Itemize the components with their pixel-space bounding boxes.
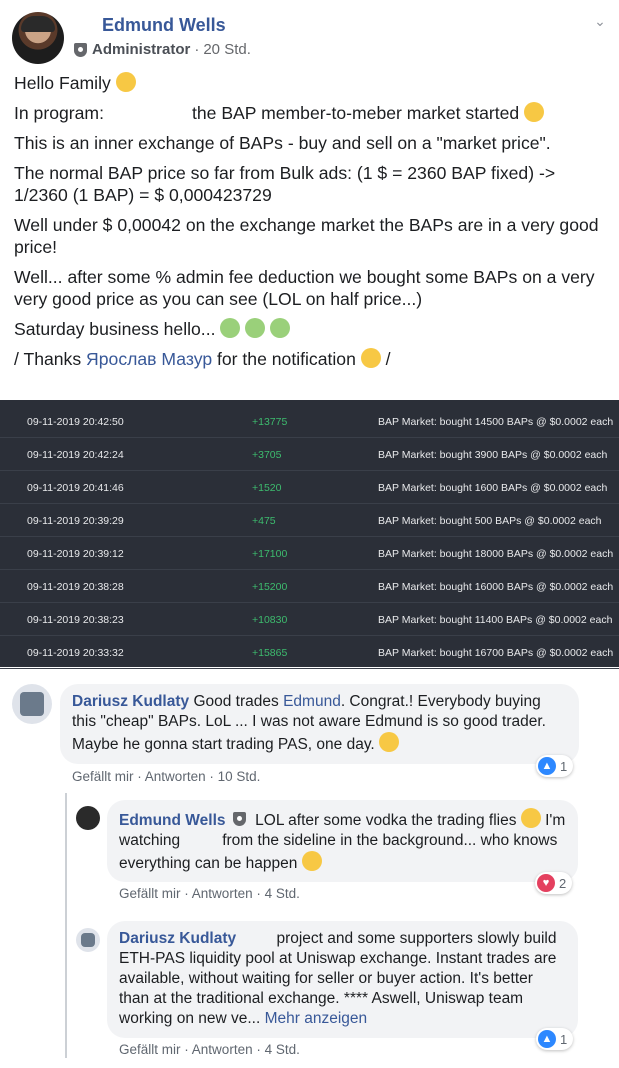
reaction-count[interactable]: ♥ 2 [535,872,573,894]
commenter-avatar[interactable] [12,684,52,724]
trade-row: 09-11-2019 20:42:50 +13775 BAP Market: bou… [0,405,619,438]
trade-row: 09-11-2019 20:38:23 +10830 BAP Market: bou… [0,603,619,636]
post-line: In program: the BAP member-to-meber marke… [14,102,606,124]
reaction-count[interactable]: ▲ 1 [536,755,574,777]
admin-shield-icon [74,42,87,57]
post-line: Hello Family [14,72,606,94]
reply-link[interactable]: Antworten [192,1042,253,1057]
party-face-icon [520,808,541,828]
tongue-face-icon [360,348,381,368]
author-name[interactable]: Edmund Wells [102,15,226,36]
like-link[interactable]: Gefällt mir [119,1042,181,1057]
trade-row: 09-11-2019 20:33:32 +15865 BAP Market: bou… [0,636,619,669]
comment-bubble: Dariusz Kudlaty Good trades Edmund. Cong… [60,684,579,764]
comment-time[interactable]: 10 Std. [218,769,261,784]
mention-link[interactable]: Edmund [283,693,341,710]
heart-icon: ♥ [537,874,555,892]
reply-thread-line [65,793,67,1058]
reaction-count[interactable]: ▲ 1 [536,1028,574,1050]
comment-time[interactable]: 4 Std. [265,1042,300,1057]
trade-history-image[interactable]: 09-11-2019 20:42:50 +13775 BAP Market: bou… [0,400,619,669]
post-line: / Thanks Ярослав Мазур for the notificat… [14,348,391,369]
post-line: This is an inner exchange of BAPs - buy … [14,133,551,153]
see-more-link[interactable]: Mehr anzeigen [265,1010,368,1027]
thumbs-up-icon: ▲ [538,757,556,775]
trade-row: 09-11-2019 20:38:28 +15200 BAP Market: bou… [0,570,619,603]
money-mouth-face-icon [245,318,266,338]
winking-face-icon [524,102,545,122]
comment-time[interactable]: 4 Std. [265,886,300,901]
post-time[interactable]: 20 Std. [203,41,251,58]
author-role: Administrator [92,41,191,58]
author-avatar[interactable] [12,12,64,64]
trade-row: 09-11-2019 20:41:46 +1520 BAP Market: boug… [0,471,619,504]
money-mouth-face-icon [270,318,291,338]
mention-link[interactable]: Ярослав Мазур [86,349,212,369]
comment-actions: Gefällt mir · Antworten · 4 Std. [119,1042,300,1057]
separator-dot: · [194,41,200,58]
admin-shield-icon [232,812,246,826]
trade-row: 09-11-2019 20:39:29 +475 BAP Market: bough… [0,504,619,537]
reply-avatar[interactable] [76,928,100,952]
like-link[interactable]: Gefällt mir [119,886,181,901]
smiling-face-icon [379,732,400,752]
trade-row: 09-11-2019 20:42:24 +3705 BAP Market: boug… [0,438,619,471]
reply-avatar[interactable] [76,806,100,830]
author-meta: Administrator · 20 Std. [74,41,251,58]
reply-bubble: Dariusz Kudlaty project and some support… [107,921,578,1038]
grinning-face-icon [301,851,322,871]
post-body: Hello Family In program: the BAP member-t… [14,72,606,378]
post-line: Well... after some % admin fee deduction… [14,267,595,309]
reply-link[interactable]: Antworten [192,886,253,901]
comment-author[interactable]: Dariusz Kudlaty [72,693,189,710]
comment-actions: Gefällt mir · Antworten · 10 Std. [72,769,261,784]
money-mouth-face-icon [220,318,241,338]
post-line: The normal BAP price so far from Bulk ad… [14,163,556,205]
reply-link[interactable]: Antworten [145,769,206,784]
winking-face-icon [115,72,136,92]
post-line: Well under $ 0,00042 on the exchange mar… [14,215,599,257]
post-header: Edmund Wells Administrator · 20 Std. ⌄ [12,12,607,64]
comment-author[interactable]: Dariusz Kudlaty [119,930,236,947]
chevron-down-icon[interactable]: ⌄ [593,14,607,28]
reply-bubble: Edmund Wells LOL after some vodka the tr… [107,800,578,882]
comment-actions: Gefällt mir · Antworten · 4 Std. [119,886,300,901]
post-line: Saturday business hello... [14,318,606,340]
trade-row: 09-11-2019 20:39:12 +17100 BAP Market: bou… [0,537,619,570]
thumbs-up-icon: ▲ [538,1030,556,1048]
like-link[interactable]: Gefällt mir [72,769,134,784]
comment-author[interactable]: Edmund Wells [119,812,226,829]
